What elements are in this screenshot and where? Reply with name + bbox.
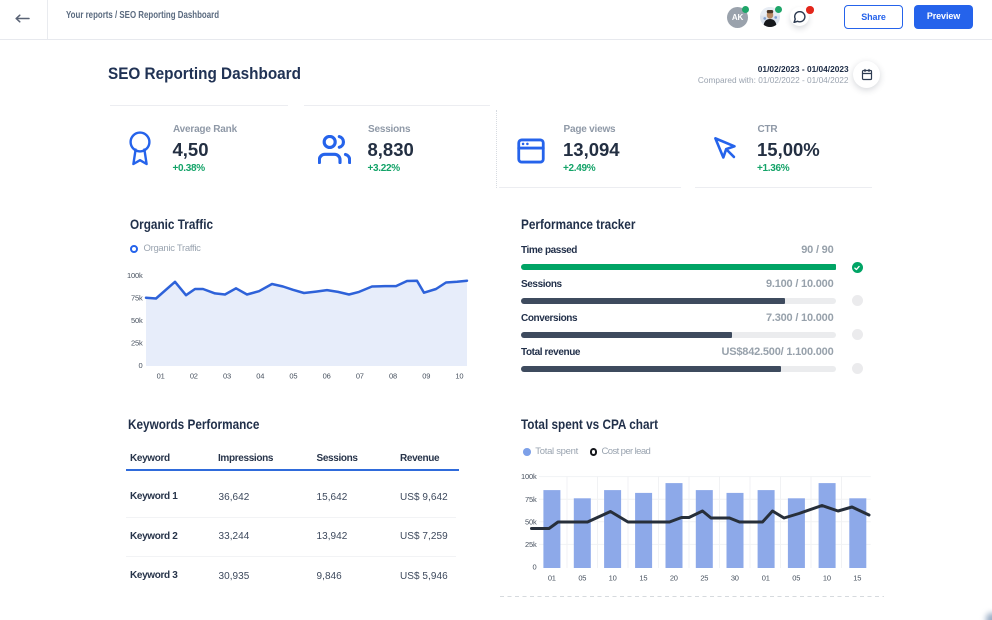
svg-text:05: 05	[792, 574, 800, 583]
svg-text:10: 10	[609, 574, 617, 583]
svg-text:75k: 75k	[525, 495, 537, 504]
svg-text:25k: 25k	[131, 338, 143, 347]
svg-text:04: 04	[256, 372, 264, 381]
svg-text:75k: 75k	[131, 293, 143, 302]
svg-text:50k: 50k	[131, 316, 143, 325]
svg-text:25: 25	[700, 574, 708, 583]
svg-text:03: 03	[223, 372, 231, 381]
svg-text:08: 08	[389, 372, 397, 381]
svg-text:09: 09	[422, 372, 430, 381]
svg-text:0: 0	[533, 563, 537, 572]
svg-text:0: 0	[139, 361, 143, 370]
svg-text:07: 07	[356, 372, 364, 381]
svg-text:15: 15	[639, 574, 647, 583]
svg-text:01: 01	[157, 372, 165, 381]
svg-text:10: 10	[455, 372, 463, 381]
svg-text:100k: 100k	[127, 271, 143, 280]
svg-text:20: 20	[670, 574, 678, 583]
svg-text:01: 01	[548, 574, 556, 583]
svg-text:15: 15	[853, 574, 861, 583]
svg-text:30: 30	[731, 574, 739, 583]
svg-text:100k: 100k	[521, 472, 537, 481]
svg-text:06: 06	[323, 372, 331, 381]
svg-text:05: 05	[578, 574, 586, 583]
svg-text:10: 10	[823, 574, 831, 583]
svg-text:05: 05	[289, 372, 297, 381]
svg-text:02: 02	[190, 372, 198, 381]
svg-text:25k: 25k	[525, 540, 537, 549]
svg-text:50k: 50k	[525, 517, 537, 526]
svg-text:01: 01	[762, 574, 770, 583]
